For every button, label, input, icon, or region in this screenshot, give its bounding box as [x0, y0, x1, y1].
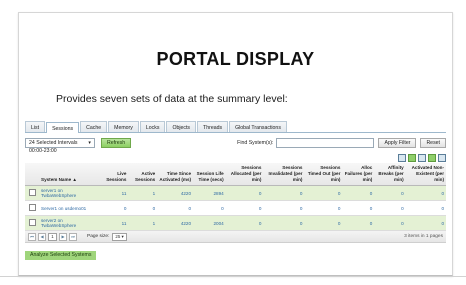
- table-cell: 0: [342, 215, 375, 231]
- col-alloc-failures[interactable]: Alloc Failures (per min): [342, 163, 375, 186]
- reset-button[interactable]: Reset: [420, 137, 446, 148]
- table-cell: 0: [342, 185, 375, 201]
- export-excel-icon[interactable]: [408, 153, 416, 162]
- apply-filter-button[interactable]: Apply Filter: [378, 137, 417, 148]
- table-cell: 11: [101, 215, 129, 231]
- table-row[interactable]: server1 on TwbaWebSphere 11 1 4220 2894 …: [25, 185, 446, 201]
- col-sessions-allocated[interactable]: Sessions Allocated (per min): [225, 163, 264, 186]
- page-size-value: 25: [115, 233, 121, 239]
- table-cell: 0: [157, 200, 194, 216]
- table-row[interactable]: server2 on TwbaWebSphere 11 1 4220 2004 …: [25, 215, 446, 231]
- find-systems-label: Find System(s):: [237, 139, 274, 146]
- page-title: PORTAL DISPLAY: [156, 49, 315, 69]
- bottom-divider: [0, 276, 466, 277]
- col-time-since-activated[interactable]: Time Since Activated (ms): [157, 163, 194, 186]
- table-cell: 0: [101, 200, 129, 216]
- table-cell: 1: [128, 215, 158, 231]
- pager-info: 3 items in 1 pages: [404, 234, 443, 239]
- toolbar: 24 Selected Intervals 00:00-23:00 ▾ Refr…: [25, 136, 446, 154]
- system-name-link[interactable]: server1 on TwbaWebSphere: [39, 185, 101, 201]
- table-cell: 0: [405, 185, 446, 201]
- table-cell: 0: [304, 200, 343, 216]
- table-cell: 0: [225, 185, 264, 201]
- col-activated-non-existent[interactable]: Activated Non-Existent (per min): [405, 163, 446, 186]
- chevron-down-icon: ▾: [88, 139, 91, 146]
- table-cell: 0: [374, 215, 406, 231]
- table-cell: 0: [128, 200, 158, 216]
- sessions-table: System Name ▲ Live Sessions Active Sessi…: [25, 163, 446, 231]
- table-cell: 4220: [157, 185, 194, 201]
- table-cell: 0: [263, 200, 305, 216]
- table-cell: 0: [342, 200, 375, 216]
- table-header-row: System Name ▲ Live Sessions Active Sessi…: [25, 163, 446, 186]
- tab-global-transactions[interactable]: Global Transactions: [229, 121, 287, 132]
- export-csv-icon[interactable]: [418, 153, 426, 162]
- table-cell: 0: [304, 185, 343, 201]
- tab-sessions[interactable]: Sessions: [46, 122, 80, 133]
- last-page-icon[interactable]: ⏭: [69, 232, 77, 241]
- col-affinity-breaks[interactable]: Affinity Breaks (per min): [374, 163, 406, 186]
- table-cell: 4220: [157, 215, 194, 231]
- col-active-sessions[interactable]: Active Sessions: [128, 163, 158, 186]
- select-all-header: [25, 163, 39, 186]
- table-cell: 11: [101, 185, 129, 201]
- interval-select[interactable]: 24 Selected Intervals 00:00-23:00 ▾: [25, 137, 95, 154]
- analyze-selected-systems-button[interactable]: Analyze Selected Systems: [25, 251, 97, 260]
- tab-memory[interactable]: Memory: [108, 121, 139, 132]
- table-cell: 0: [193, 200, 226, 216]
- pager: ⏮ ◀ 1 ▶ ⏭ Page size: 25 ▾ 3 items in 1 p…: [25, 231, 446, 243]
- system-name-link[interactable]: Server1 on usdemo01: [39, 200, 101, 216]
- system-name-link[interactable]: server2 on TwbaWebSphere: [39, 215, 101, 231]
- col-sessions-invalidated[interactable]: Sessions Invalidated (per min): [263, 163, 305, 186]
- row-checkbox[interactable]: [25, 185, 39, 201]
- tab-objects[interactable]: Objects: [166, 121, 197, 132]
- col-session-life-time[interactable]: Session Life Time (secs): [193, 163, 226, 186]
- chart-icon[interactable]: [428, 153, 436, 162]
- table-cell: 0: [374, 200, 406, 216]
- info-icon[interactable]: [398, 153, 406, 162]
- row-checkbox[interactable]: [25, 215, 39, 231]
- tab-threads[interactable]: Threads: [197, 121, 229, 132]
- refresh-button[interactable]: Refresh: [101, 137, 132, 148]
- first-page-icon[interactable]: ⏮: [28, 232, 36, 241]
- interval-select-value: 24 Selected Intervals 00:00-23:00: [29, 139, 78, 154]
- table-cell: 0: [225, 200, 264, 216]
- tab-bar: List Sessions Cache Memory Locks Objects…: [25, 121, 446, 133]
- table-row[interactable]: Server1 on usdemo01 0 0 0 0 0 0 0 0 0 0: [25, 200, 446, 216]
- col-sessions-timed-out[interactable]: Sessions Timed Out (per min): [304, 163, 343, 186]
- page-number-input[interactable]: 1: [48, 232, 57, 241]
- table-cell: 0: [405, 215, 446, 231]
- table-cell: 1: [128, 185, 158, 201]
- slide: PORTAL DISPLAY Provides seven sets of da…: [18, 12, 453, 276]
- table-cell: 0: [405, 200, 446, 216]
- table-cell: 0: [225, 215, 264, 231]
- table-cell: 0: [263, 215, 305, 231]
- col-system-name[interactable]: System Name ▲: [39, 163, 101, 186]
- col-live-sessions[interactable]: Live Sessions: [101, 163, 129, 186]
- table-cell: 2894: [193, 185, 226, 201]
- export-icons: [25, 152, 446, 163]
- next-page-icon[interactable]: ▶: [59, 232, 67, 241]
- table-cell: 0: [374, 185, 406, 201]
- row-checkbox[interactable]: [25, 200, 39, 216]
- table-cell: 0: [304, 215, 343, 231]
- tab-cache[interactable]: Cache: [80, 121, 108, 132]
- print-icon[interactable]: [438, 153, 446, 162]
- table-cell: 2004: [193, 215, 226, 231]
- prev-page-icon[interactable]: ◀: [38, 232, 46, 241]
- tab-locks[interactable]: Locks: [139, 121, 166, 132]
- page-size-select[interactable]: 25 ▾: [112, 232, 127, 241]
- portal-panel: List Sessions Cache Memory Locks Objects…: [25, 121, 446, 271]
- find-systems-input[interactable]: [276, 137, 375, 148]
- tab-list[interactable]: List: [25, 121, 46, 132]
- page-size-label: Page size:: [87, 234, 110, 239]
- page-subtitle: Provides seven sets of data at the summa…: [56, 93, 288, 105]
- table-cell: 0: [263, 185, 305, 201]
